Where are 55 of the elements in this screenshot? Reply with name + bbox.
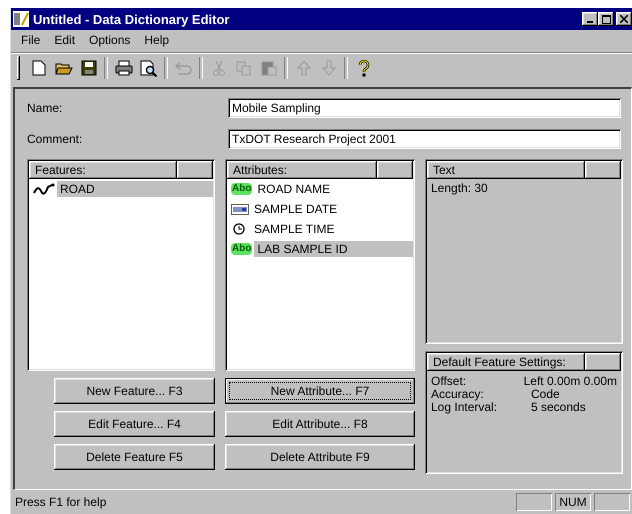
list-item[interactable]: ROAD NAME xyxy=(254,181,334,197)
property-text: Length: 30 xyxy=(430,180,489,197)
list-item[interactable]: SAMPLE DATE xyxy=(251,201,340,217)
status-pane xyxy=(516,493,552,511)
status-text: Press F1 for help xyxy=(15,495,108,509)
column-header[interactable]: Features: xyxy=(29,161,177,179)
minimize-button[interactable] xyxy=(582,12,598,26)
setting-value: 5 seconds xyxy=(531,401,586,414)
line-feature-icon xyxy=(33,183,55,195)
maximize-icon xyxy=(602,14,610,24)
text-type-badge: Abo xyxy=(231,183,252,195)
field-label: Comment: xyxy=(27,132,84,146)
setting-label: Accuracy: xyxy=(431,388,485,401)
printer-icon[interactable] xyxy=(114,60,132,76)
field-label: Name: xyxy=(27,101,64,115)
text-type-badge: Abo xyxy=(231,243,252,255)
new-document-icon[interactable] xyxy=(32,60,46,76)
column-header[interactable] xyxy=(585,353,621,371)
column-header[interactable] xyxy=(377,161,413,179)
list-item[interactable]: LAB SAMPLE ID xyxy=(254,241,413,257)
input-field[interactable]: TxDOT Research Project 2001 xyxy=(228,129,621,149)
setting-label: Offset: xyxy=(431,375,468,388)
action-button[interactable]: New Attribute... F7 xyxy=(225,378,415,404)
list-item[interactable]: SAMPLE TIME xyxy=(251,221,338,237)
toolbar-grip xyxy=(17,56,20,80)
calendar-icon xyxy=(231,204,249,214)
input-field[interactable]: Mobile Sampling xyxy=(228,98,621,118)
close-button[interactable] xyxy=(616,12,632,26)
setting-value: Code xyxy=(531,388,560,401)
print-preview-icon[interactable] xyxy=(140,60,158,76)
maximize-button[interactable] xyxy=(598,12,614,26)
column-header[interactable] xyxy=(585,161,621,179)
menu-item[interactable]: Options xyxy=(82,33,138,47)
action-button[interactable]: Delete Feature F5 xyxy=(54,444,215,470)
status-pane: NUM xyxy=(555,493,591,511)
column-header[interactable] xyxy=(177,161,213,179)
action-button[interactable]: Delete Attribute F9 xyxy=(225,444,415,470)
column-header[interactable]: Text xyxy=(427,161,585,179)
close-icon xyxy=(620,15,628,23)
open-folder-icon[interactable] xyxy=(54,60,72,76)
action-button[interactable]: Edit Feature... F4 xyxy=(54,411,215,437)
status-pane xyxy=(594,493,630,511)
menu-item[interactable]: File xyxy=(14,33,48,47)
window-title: Untitled - Data Dictionary Editor xyxy=(33,12,230,26)
list-item[interactable]: ROAD xyxy=(57,181,213,197)
help-icon[interactable] xyxy=(358,60,370,76)
action-button[interactable]: New Feature... F3 xyxy=(54,378,215,404)
action-button[interactable]: Edit Attribute... F8 xyxy=(225,411,415,437)
column-header[interactable]: Default Feature Settings: xyxy=(427,353,585,371)
column-header[interactable]: Attributes: xyxy=(227,161,377,179)
app-icon xyxy=(13,11,29,27)
menu-item[interactable]: Help xyxy=(137,33,176,47)
menu-item[interactable]: Edit xyxy=(47,33,82,47)
setting-label: Log Interval: xyxy=(431,401,498,414)
setting-value: Left 0.00m 0.00m xyxy=(524,375,617,388)
